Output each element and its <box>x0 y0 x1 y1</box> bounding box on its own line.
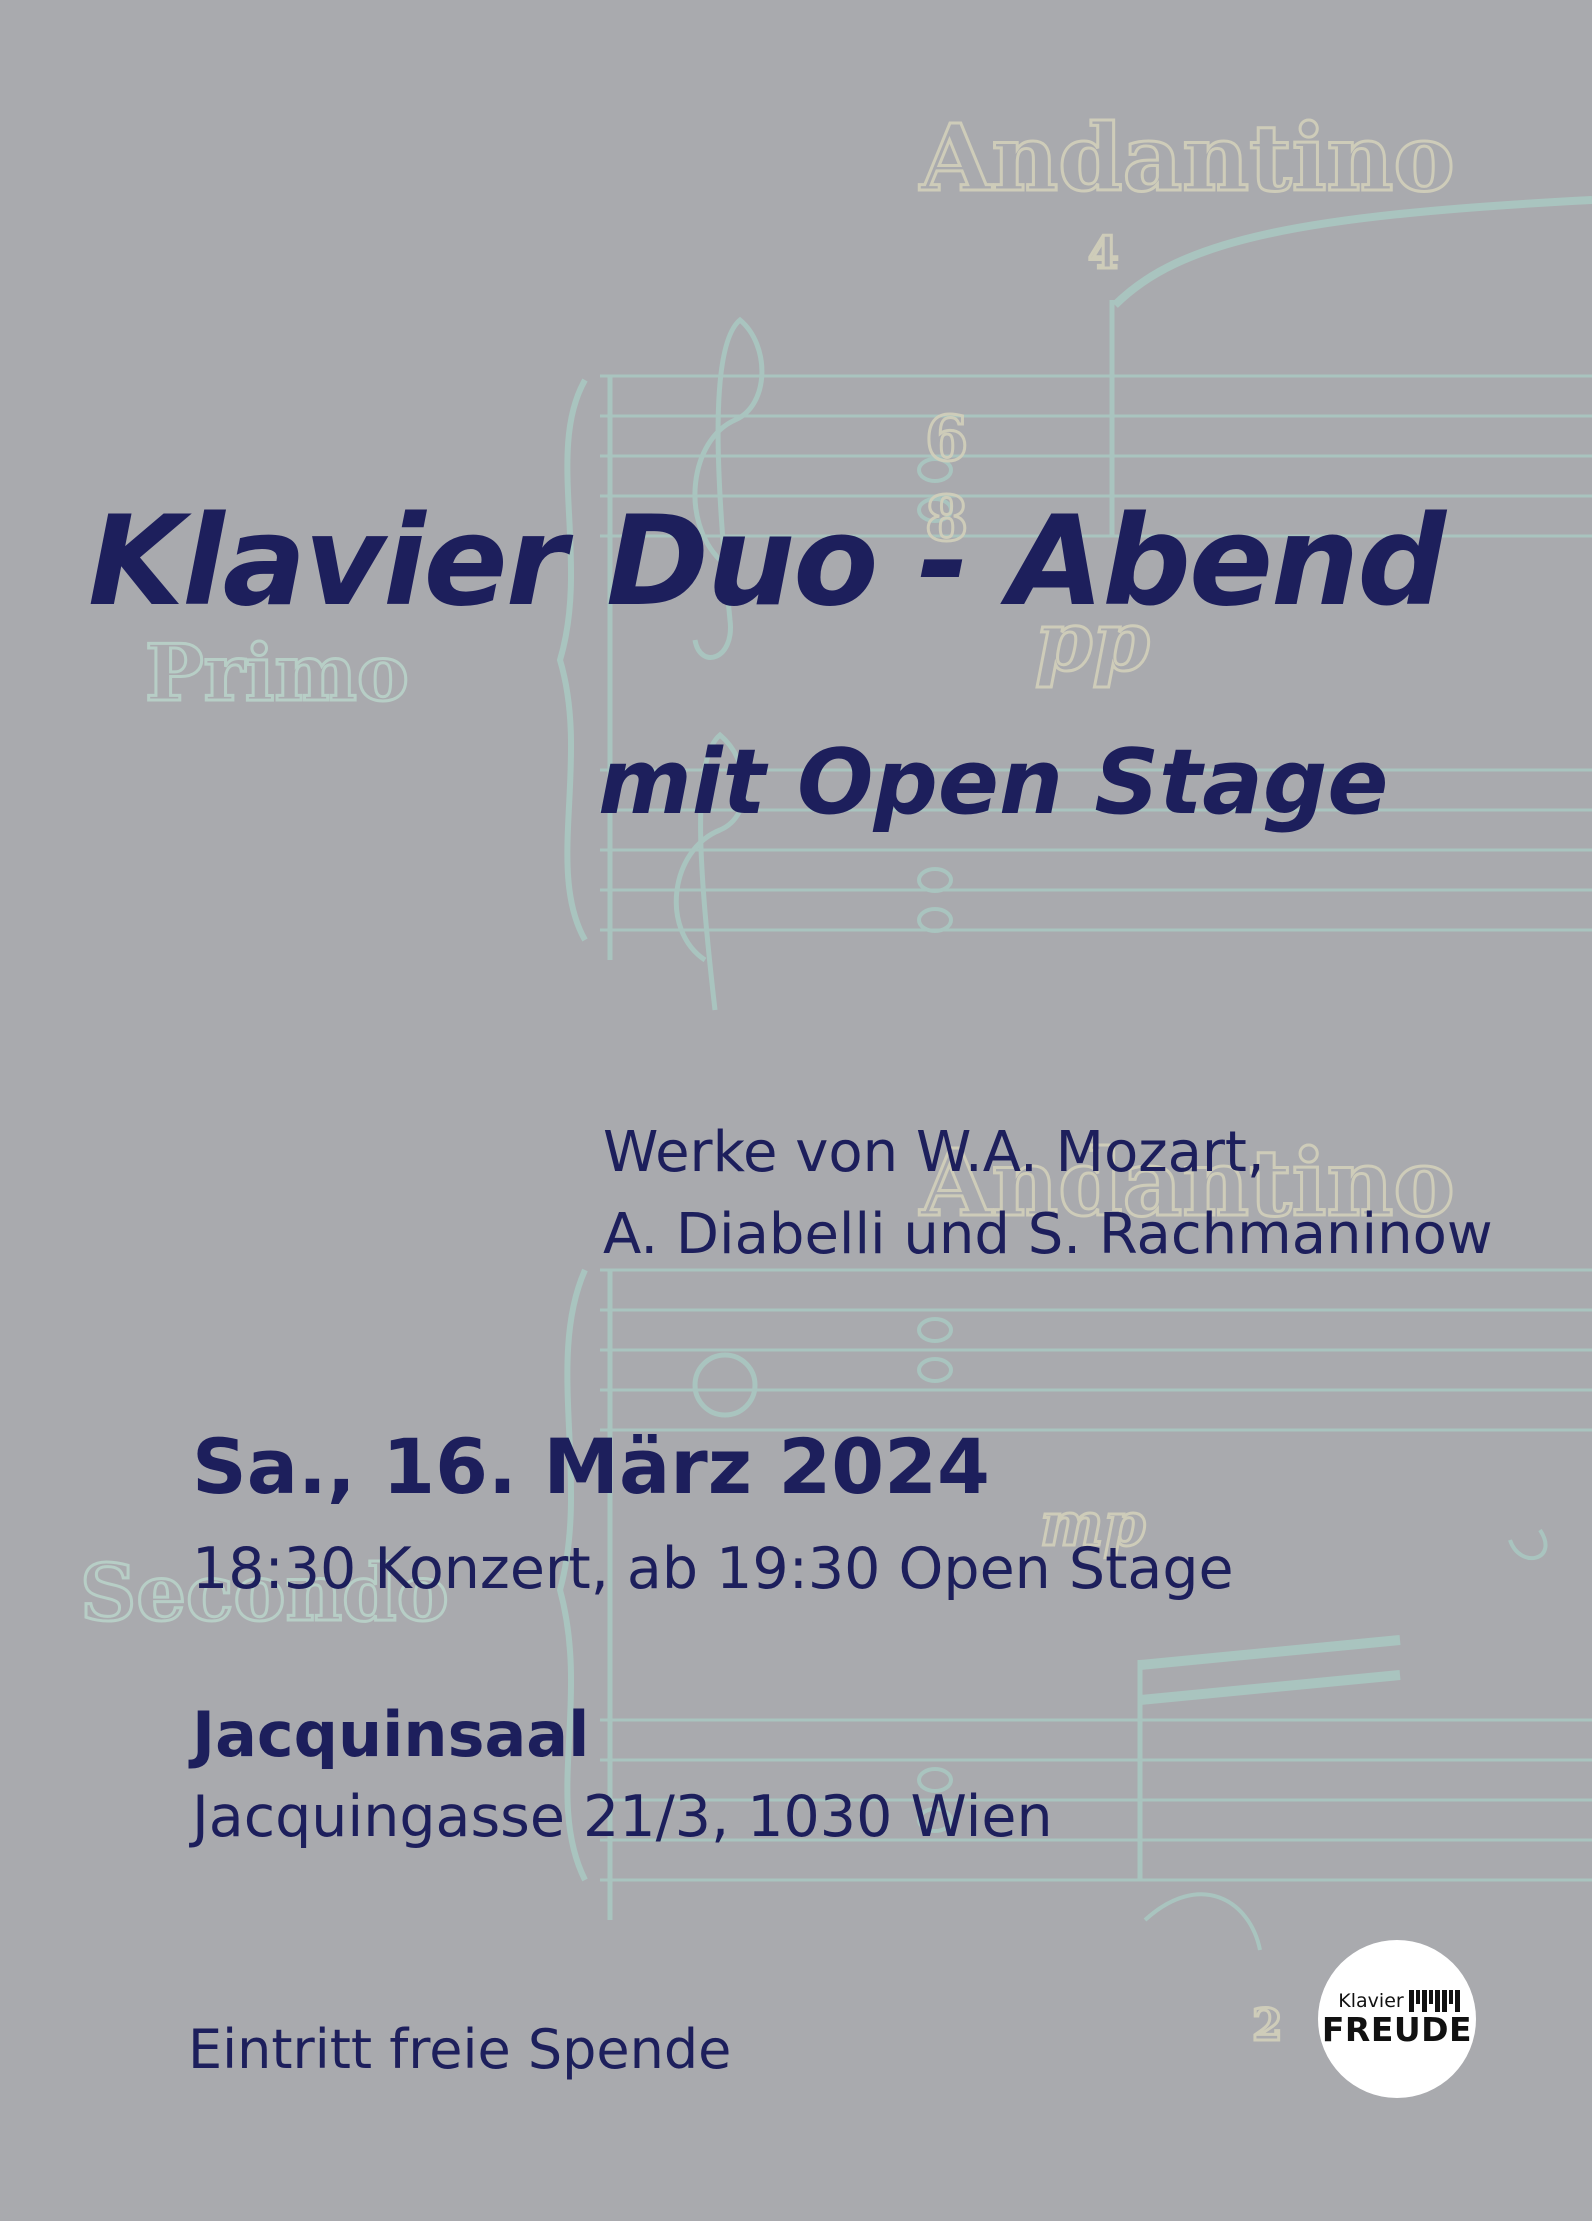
klavierfreude-logo: Klavier FREUDE <box>1318 1940 1476 2098</box>
sheet-music-background: Andantino Andantino Primo Secondo pp mp … <box>79 103 1592 2053</box>
works-line-2: A. Diabelli und S. Rachmaninow <box>603 1202 1493 1267</box>
part-label-primo: Primo <box>145 628 409 719</box>
time-signature-top: 6 <box>925 402 968 475</box>
tempo-marking-top: Andantino <box>919 104 1455 212</box>
logo-line-2: FREUDE <box>1321 2010 1473 2049</box>
fingering-bottom: 2 <box>1252 2000 1283 2051</box>
logo-line-1: Klavier <box>1338 1990 1404 2012</box>
fingering-top: 4 <box>1088 228 1119 279</box>
venue-address: Jacquingasse 21/3, 1030 Wien <box>192 1784 1053 1850</box>
event-subtitle: mit Open Stage <box>598 730 1389 835</box>
entry-info: Eintritt freie Spende <box>188 2018 732 2081</box>
poster: Andantino Andantino Primo Secondo pp mp … <box>0 0 1592 2221</box>
event-title: Klavier Duo - Abend <box>88 490 1446 634</box>
logo-top-row: Klavier <box>1338 1990 1460 2012</box>
event-times: 18:30 Konzert, ab 19:30 Open Stage <box>192 1536 1234 1602</box>
works-line-1: Werke von W.A. Mozart, <box>603 1120 1265 1185</box>
venue-name: Jacquinsaal <box>192 1698 590 1771</box>
piano-keys-icon <box>1408 1990 1460 2012</box>
works-list: Werke von W.A. Mozart, A. Diabelli und S… <box>603 1112 1493 1276</box>
event-date: Sa., 16. März 2024 <box>192 1422 990 1511</box>
